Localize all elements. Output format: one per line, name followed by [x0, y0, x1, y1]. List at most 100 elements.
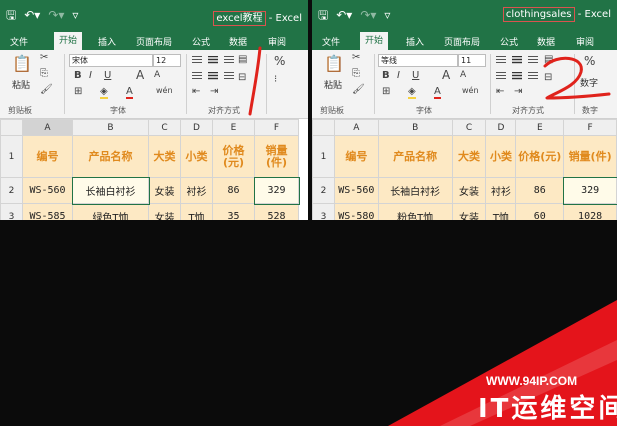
cell[interactable]: 528: [254, 203, 299, 220]
tab-insert[interactable]: 插入: [406, 35, 424, 48]
fill-color-icon[interactable]: ◈: [408, 86, 416, 99]
bold-icon[interactable]: B: [74, 70, 82, 81]
cell[interactable]: 长袖白衬衫: [71, 176, 150, 205]
column-header[interactable]: B: [377, 119, 453, 136]
fill-color-icon[interactable]: ◈: [100, 86, 108, 99]
column-header[interactable]: D: [485, 119, 517, 136]
header-cell[interactable]: 价格(元): [212, 135, 255, 178]
row-number[interactable]: 2: [0, 177, 23, 204]
cell[interactable]: 衬衫: [485, 177, 517, 204]
font-name-box[interactable]: 等线: [378, 54, 458, 67]
borders-icon[interactable]: ⊞: [382, 86, 390, 97]
tab-formulas[interactable]: 公式: [500, 35, 518, 48]
cell[interactable]: T恤: [485, 203, 517, 220]
font-size-box[interactable]: 12: [153, 54, 181, 67]
cell[interactable]: 86: [212, 177, 255, 204]
phonetic-icon[interactable]: wén: [156, 86, 173, 95]
cell[interactable]: 绿色T恤: [72, 203, 149, 220]
cell[interactable]: 329: [562, 176, 617, 205]
align-right-icon[interactable]: [224, 72, 234, 80]
font-name-box[interactable]: 宋体: [69, 54, 153, 67]
cut-icon[interactable]: ✂: [40, 52, 48, 63]
tab-data[interactable]: 数据: [537, 35, 555, 48]
column-header[interactable]: E: [515, 119, 565, 136]
grow-font-icon[interactable]: A: [136, 68, 144, 82]
save-icon[interactable]: 🖫: [6, 8, 16, 22]
cell[interactable]: 60: [515, 203, 565, 220]
header-cell[interactable]: 产品名称: [72, 135, 149, 178]
row-number[interactable]: 1: [0, 135, 23, 178]
redo-icon[interactable]: ↷▾: [48, 8, 64, 22]
cell[interactable]: 衬衫: [180, 177, 213, 204]
header-cell[interactable]: 大类: [148, 135, 181, 178]
align-center-icon[interactable]: [208, 72, 218, 80]
row-number[interactable]: 3: [0, 203, 23, 220]
header-cell[interactable]: 小类: [180, 135, 213, 178]
format-painter-icon[interactable]: 🖌: [40, 84, 53, 95]
tab-home[interactable]: 开始: [360, 32, 389, 50]
cell[interactable]: 女装: [451, 177, 487, 204]
align-bottom-icon[interactable]: [224, 56, 234, 64]
align-middle-icon[interactable]: [208, 56, 218, 64]
tab-page-layout[interactable]: 页面布局: [444, 35, 480, 48]
italic-icon[interactable]: I: [397, 70, 400, 81]
undo-icon[interactable]: ↶▾: [336, 8, 352, 22]
column-header[interactable]: F: [563, 119, 617, 136]
column-header[interactable]: A: [333, 119, 379, 136]
format-painter-icon[interactable]: 🖌: [352, 84, 365, 95]
cell[interactable]: 86: [515, 177, 565, 204]
row-number[interactable]: 2: [312, 177, 335, 204]
align-left-icon[interactable]: [192, 72, 202, 80]
align-middle-icon[interactable]: [512, 56, 522, 64]
column-header[interactable]: C: [451, 119, 487, 136]
phonetic-icon[interactable]: wén: [462, 86, 479, 95]
align-top-icon[interactable]: [192, 56, 202, 64]
clipboard-icon[interactable]: 📋: [324, 54, 344, 73]
save-icon[interactable]: 🖫: [318, 8, 328, 22]
header-cell[interactable]: 大类: [451, 135, 487, 178]
align-top-icon[interactable]: [496, 56, 506, 64]
grow-font-icon[interactable]: A: [442, 68, 450, 82]
cell[interactable]: T恤: [180, 203, 213, 220]
font-color-icon[interactable]: A: [126, 86, 133, 99]
cell[interactable]: 女装: [148, 203, 181, 220]
header-cell[interactable]: 小类: [485, 135, 517, 178]
column-header[interactable]: A: [22, 119, 73, 136]
align-center-icon[interactable]: [512, 72, 522, 80]
column-header[interactable]: B: [72, 119, 149, 136]
header-cell[interactable]: 编号: [333, 135, 379, 178]
customize-qat-icon[interactable]: ▿: [72, 8, 78, 22]
tab-file[interactable]: 文件: [10, 35, 28, 48]
header-cell[interactable]: 编号: [22, 135, 73, 178]
redo-icon[interactable]: ↷▾: [360, 8, 376, 22]
cell[interactable]: 粉色T恤: [377, 203, 453, 220]
borders-icon[interactable]: ⊞: [74, 86, 82, 97]
column-header[interactable]: E: [212, 119, 255, 136]
header-cell[interactable]: 销量(件): [254, 135, 299, 178]
paste-label[interactable]: 粘贴: [324, 78, 342, 91]
tab-review[interactable]: 审阅: [268, 35, 286, 48]
underline-icon[interactable]: U: [104, 70, 111, 81]
header-cell[interactable]: 产品名称: [377, 135, 453, 178]
cell[interactable]: 女装: [451, 203, 487, 220]
cell[interactable]: 35: [212, 203, 255, 220]
undo-icon[interactable]: ↶▾: [24, 8, 40, 22]
column-header[interactable]: D: [180, 119, 213, 136]
copy-icon[interactable]: ⎘: [40, 68, 48, 79]
column-header[interactable]: C: [148, 119, 181, 136]
cell[interactable]: 329: [253, 176, 300, 205]
row-number[interactable]: 3: [312, 203, 335, 220]
bold-icon[interactable]: B: [382, 70, 390, 81]
cell[interactable]: 女装: [148, 177, 181, 204]
font-color-icon[interactable]: A: [434, 86, 441, 99]
number-format-icon[interactable]: ⁝: [274, 74, 277, 85]
select-all-corner[interactable]: [312, 119, 335, 136]
cell[interactable]: WS-560: [333, 177, 379, 204]
header-cell[interactable]: 销量(件): [563, 135, 617, 178]
cell[interactable]: WS-560: [22, 177, 73, 204]
increase-indent-icon[interactable]: ⇥: [210, 86, 218, 97]
align-left-icon[interactable]: [496, 72, 506, 80]
shrink-font-icon[interactable]: A: [460, 70, 466, 80]
tab-page-layout[interactable]: 页面布局: [136, 35, 172, 48]
tab-insert[interactable]: 插入: [98, 35, 116, 48]
